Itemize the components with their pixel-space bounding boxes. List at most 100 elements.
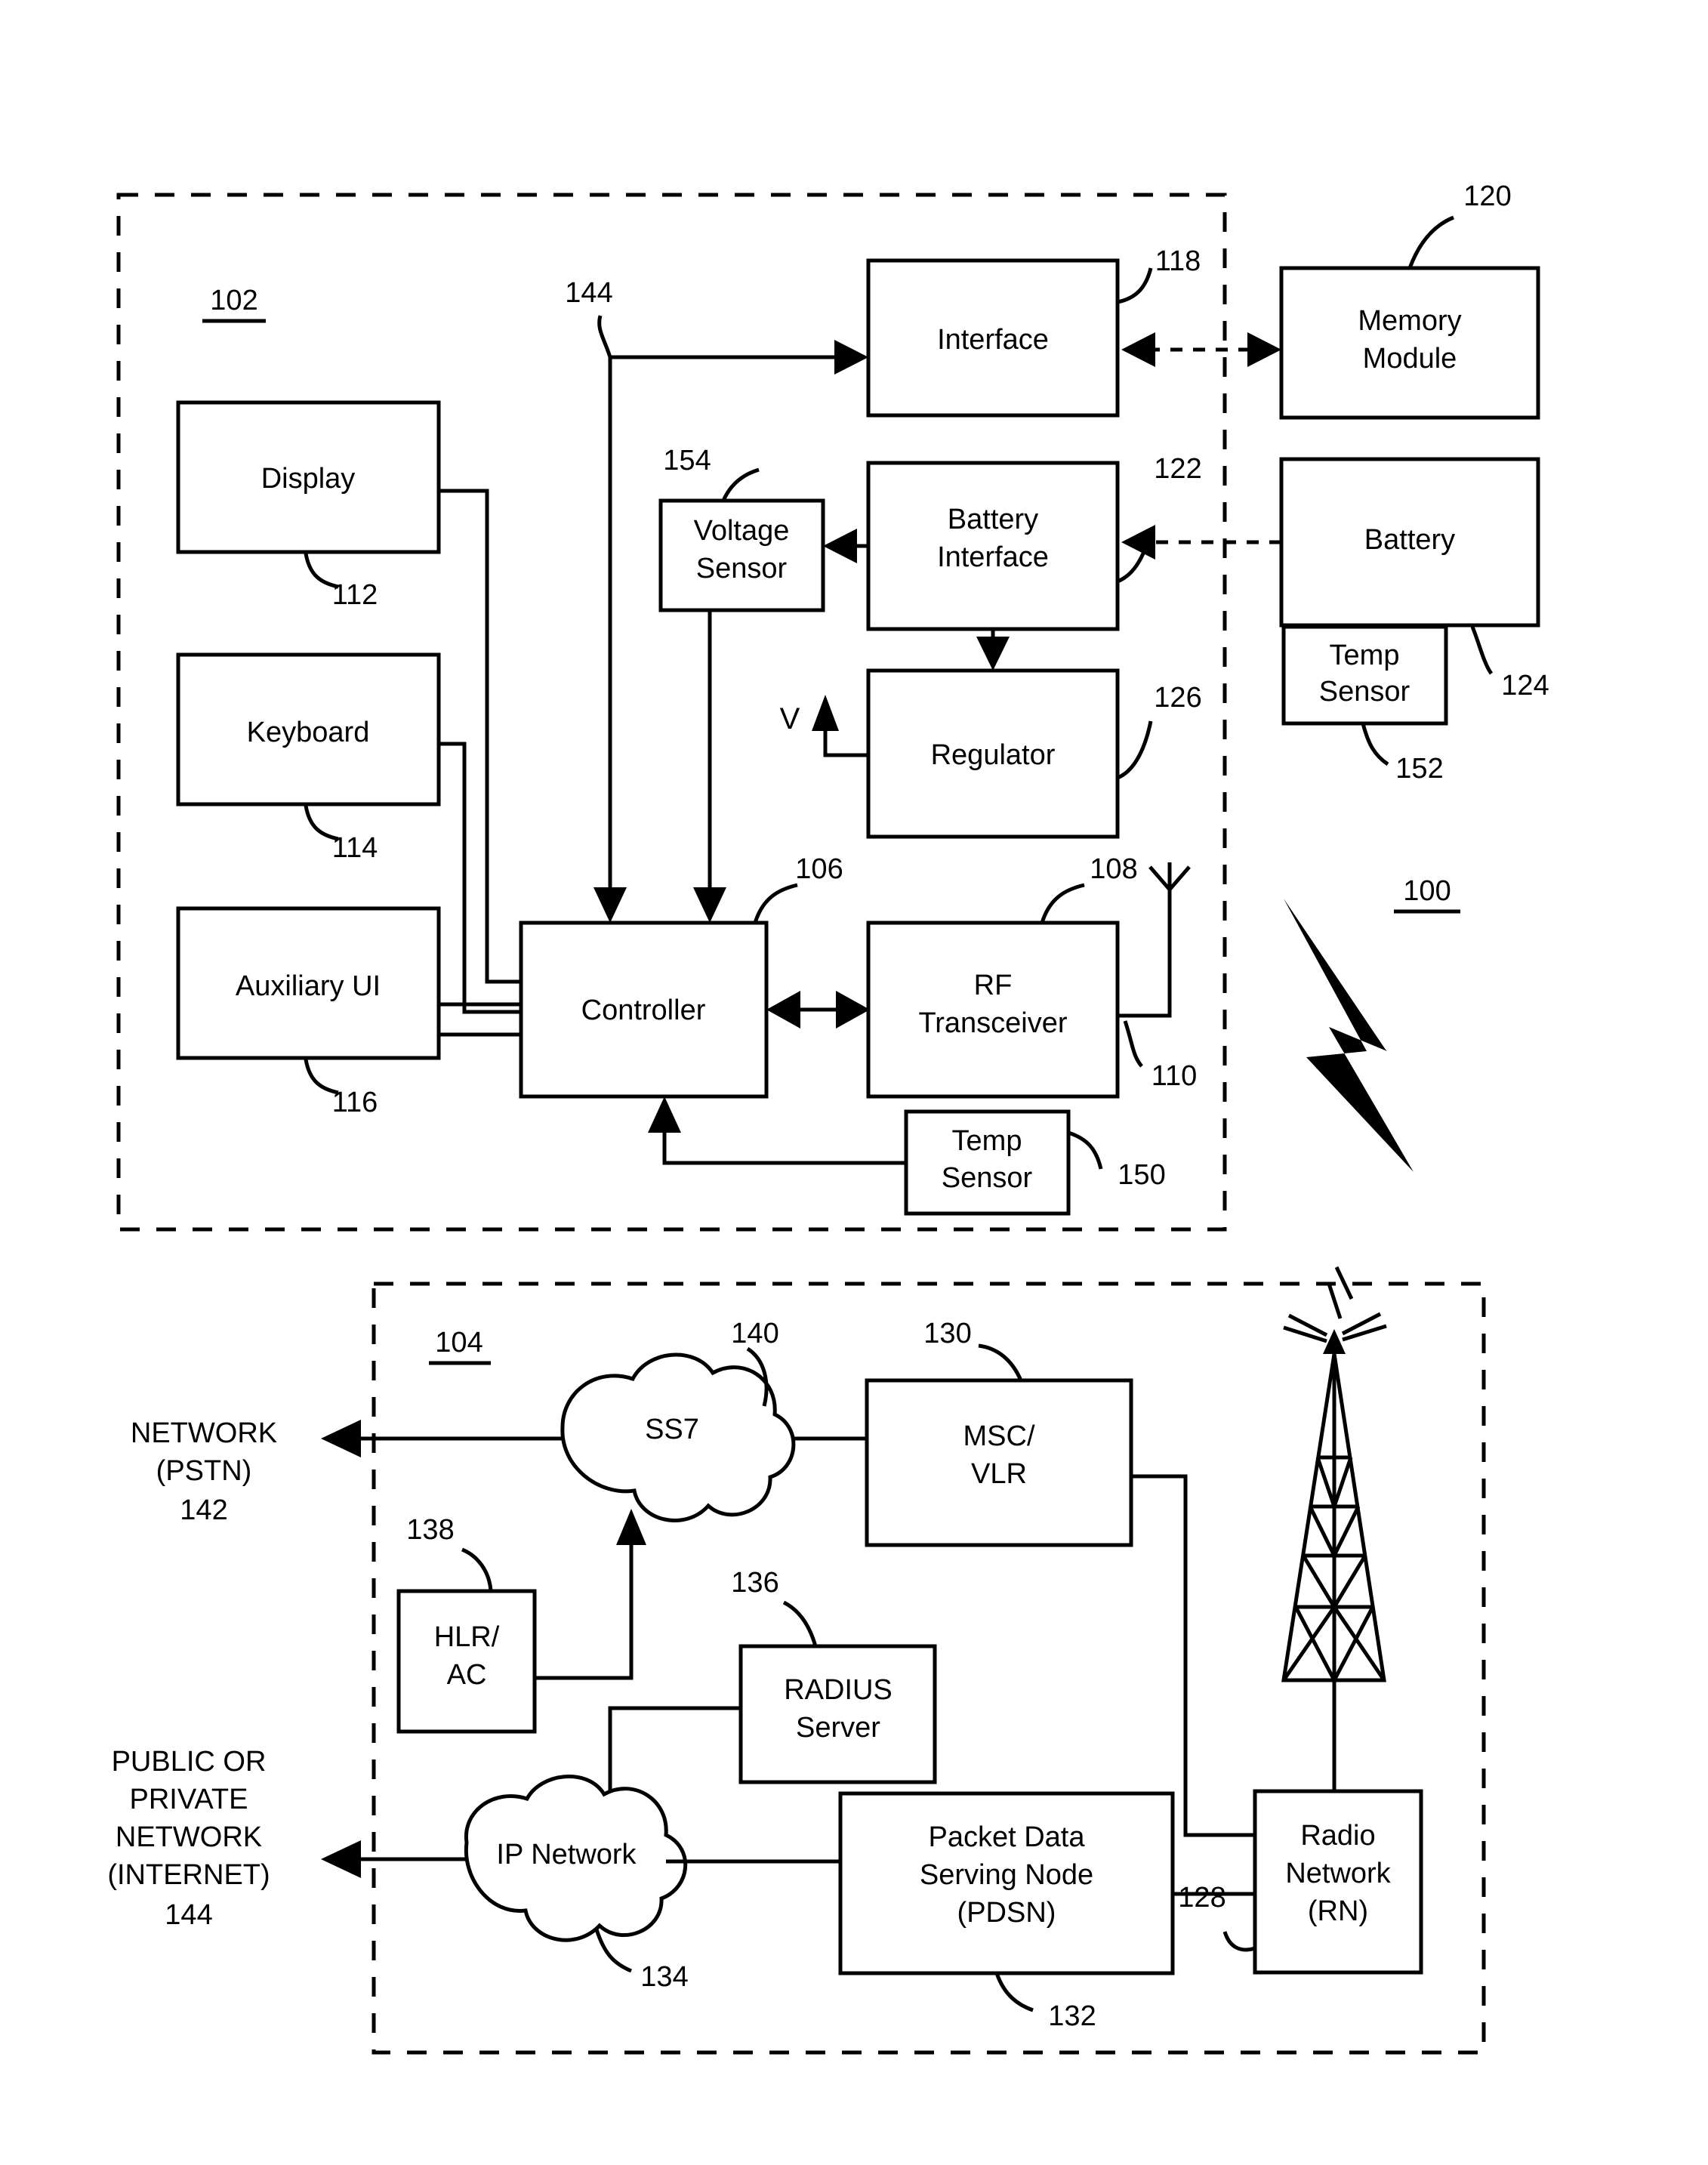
ref-134: 134	[640, 1961, 688, 1993]
ref-100: 100	[1403, 875, 1451, 907]
ref-126: 126	[1154, 682, 1201, 714]
ref-154: 154	[663, 445, 711, 476]
ref-130: 130	[923, 1318, 971, 1349]
ref-112: 112	[332, 579, 378, 611]
ref-124-leader	[1470, 626, 1494, 675]
controller-leader	[753, 883, 798, 924]
bus-144-controller-interface	[608, 355, 844, 899]
ref-118-leader	[1117, 267, 1153, 304]
voltage-sensor-label-1: Voltage	[694, 515, 790, 547]
internet-label-1: PUBLIC OR	[112, 1746, 267, 1778]
pstn-label-1: NETWORK	[131, 1417, 277, 1449]
arrow-rf-to-controller	[766, 991, 800, 1029]
keyboard-label: Keyboard	[247, 717, 370, 748]
ref-150: 150	[1118, 1159, 1165, 1191]
ref-130-leader	[978, 1343, 1023, 1382]
ref-138-leader	[461, 1547, 493, 1592]
arrow-controller-to-rf	[836, 991, 870, 1029]
controller-label: Controller	[581, 995, 706, 1026]
ref-142: 142	[180, 1494, 227, 1526]
voltage-sensor-label-2: Sensor	[696, 553, 788, 584]
arrow-hlr-ss7	[616, 1509, 646, 1545]
memory-module-label-1: Memory	[1358, 305, 1461, 337]
temp-sensor-battery-label-2: Sensor	[1319, 676, 1410, 708]
radio-network-label-2: Network	[1285, 1858, 1391, 1889]
pdsn-label-3: (PDSN)	[957, 1897, 1056, 1929]
ref-120: 120	[1463, 180, 1511, 212]
arrow-battif-regulator	[976, 637, 1010, 671]
temp-sensor-device-label-1: Temp	[952, 1125, 1022, 1157]
ip-network-label: IP Network	[496, 1839, 637, 1870]
ref-136: 136	[731, 1567, 778, 1599]
pdsn-label-1: Packet Data	[929, 1821, 1086, 1853]
ref-122: 122	[1154, 453, 1201, 485]
hlr-ac-label-1: HLR/	[434, 1621, 500, 1653]
ref-120-leader	[1407, 215, 1454, 269]
rf-transceiver-label-1: RF	[974, 970, 1013, 1001]
hlr-ac-label-2: AC	[447, 1659, 487, 1691]
ref-128: 128	[1178, 1882, 1226, 1914]
ref-132-leader	[994, 1972, 1034, 2012]
display-label: Display	[261, 463, 356, 495]
auxiliary-ui-label: Auxiliary UI	[236, 970, 381, 1002]
ref-102: 102	[210, 285, 257, 316]
radius-server-label-2: Server	[796, 1712, 880, 1744]
ref-118: 118	[1155, 245, 1201, 277]
antenna-icon	[1148, 862, 1191, 891]
ref-154-leader	[721, 467, 760, 502]
ref-150-leader	[1068, 1130, 1103, 1170]
rf-transceiver-leader	[1040, 883, 1085, 924]
ref-128-leader	[1222, 1931, 1256, 1952]
wire-display-controller	[439, 489, 521, 984]
ref-132: 132	[1048, 2000, 1096, 2032]
pstn-label-2: (PSTN)	[156, 1455, 252, 1487]
arrow-ipnetwork-internet	[321, 1840, 361, 1878]
ref-152: 152	[1395, 753, 1443, 785]
arrow-bus-144-to-controller	[593, 887, 627, 923]
network-enclosure	[372, 1281, 1486, 2055]
internet-label-3: NETWORK	[116, 1821, 262, 1853]
battery-interface-label-1: Battery	[948, 504, 1038, 535]
arrow-battif-voltagesensor	[823, 529, 857, 563]
ref-116: 116	[332, 1087, 378, 1118]
ref-110: 110	[1152, 1060, 1198, 1092]
battery-interface-label-2: Interface	[937, 541, 1049, 573]
memory-module-label-2: Module	[1363, 343, 1457, 375]
arrow-tempsensor-controller	[648, 1096, 681, 1133]
arrow-voltagesensor-controller	[693, 887, 726, 923]
pdsn-label-2: Serving Node	[920, 1859, 1093, 1891]
rf-transceiver-label-2: Transceiver	[918, 1007, 1067, 1039]
ref-106: 106	[795, 853, 843, 885]
mobile-device-enclosure	[116, 193, 1227, 1232]
ref-110-leader	[1123, 1020, 1143, 1068]
ref-136-leader	[782, 1600, 818, 1647]
internet-label-4: (INTERNET)	[107, 1859, 270, 1891]
temp-sensor-battery-label-1: Temp	[1330, 640, 1400, 671]
ref-144-leader	[597, 315, 612, 358]
wire-msc-rn	[1131, 1474, 1255, 1837]
arrow-ss7-pstn	[321, 1420, 361, 1457]
ref-114: 114	[332, 832, 378, 864]
ref-144-internet: 144	[165, 1899, 212, 1931]
radius-server-label-1: RADIUS	[784, 1674, 893, 1706]
patent-figure-page: 102 Display 112 Keyboard 114 Auxiliary U…	[0, 0, 1708, 2165]
msc-vlr-label-2: VLR	[971, 1458, 1027, 1490]
battery-label: Battery	[1364, 524, 1455, 556]
arrow-regulator-v-out	[812, 695, 839, 731]
lightning-bolt-icon	[1284, 899, 1414, 1172]
wire-hlr-ss7	[535, 1540, 634, 1680]
ss7-label: SS7	[645, 1414, 699, 1445]
v-output-label: V	[780, 702, 800, 736]
ref-144-bus: 144	[565, 277, 612, 309]
ref-152-leader	[1361, 723, 1389, 766]
ref-140: 140	[731, 1318, 778, 1349]
arrow-bus-144-to-interface	[834, 340, 868, 375]
ref-108: 108	[1090, 853, 1137, 885]
interface-label: Interface	[937, 324, 1049, 356]
ref-126-leader	[1116, 720, 1153, 780]
temp-sensor-device-label-2: Sensor	[942, 1162, 1033, 1194]
diagram-canvas: 102 Display 112 Keyboard 114 Auxiliary U…	[107, 180, 1549, 2055]
arrow-interface-to-memory	[1247, 332, 1281, 367]
arrow-memory-to-interface	[1121, 332, 1155, 367]
ref-124: 124	[1501, 670, 1549, 702]
